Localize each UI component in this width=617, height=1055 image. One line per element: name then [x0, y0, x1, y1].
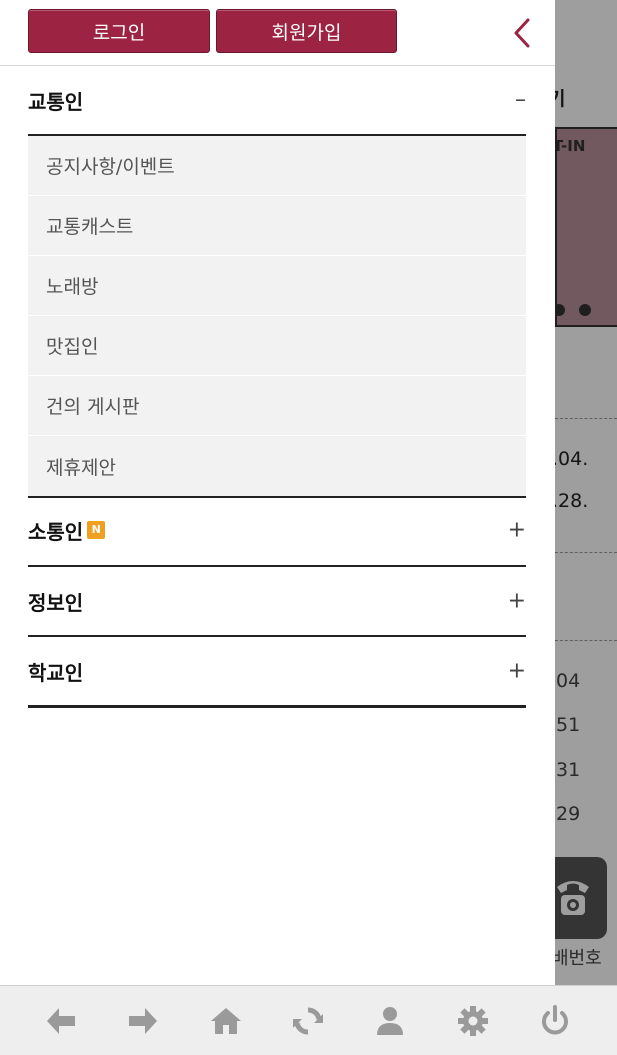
refresh-button[interactable]: [290, 1003, 326, 1039]
submenu-item-karaoke[interactable]: 노래방: [28, 256, 526, 316]
expand-icon[interactable]: +: [508, 589, 526, 614]
power-button[interactable]: [537, 1003, 573, 1039]
section-header-info[interactable]: 정보인 +: [28, 567, 526, 635]
drawer-header: 로그인 회원가입: [0, 0, 555, 66]
bg-number: 29: [556, 803, 581, 825]
forward-button[interactable]: [125, 1003, 161, 1039]
close-drawer-button[interactable]: [505, 14, 539, 52]
bottom-toolbar: [0, 985, 617, 1055]
submenu-item-restaurants[interactable]: 맛집인: [28, 316, 526, 376]
bg-banner-dot: [579, 304, 591, 316]
section-title: 학교인: [28, 660, 84, 685]
forward-arrow-icon: [129, 1008, 157, 1034]
back-button[interactable]: [43, 1003, 79, 1039]
user-button[interactable]: [372, 1003, 408, 1039]
refresh-icon: [293, 1007, 323, 1035]
power-icon: [542, 1005, 568, 1035]
bg-number: 04: [556, 670, 581, 692]
menu-section-traffic: 교통인 – 공지사항/이벤트 교통캐스트 노래방 맛집인 건의 게시판 제휴제안: [28, 66, 526, 498]
user-icon: [377, 1007, 403, 1035]
section-title: 소통인: [28, 519, 84, 544]
gear-icon: [458, 1006, 488, 1036]
bg-divider: [555, 640, 617, 641]
bg-banner: T-IN: [555, 127, 617, 327]
side-drawer: 로그인 회원가입 교통인 – 공지사항/이벤트 교통캐스트 노래방 맛집인 건의…: [0, 0, 555, 985]
new-badge: N: [87, 521, 106, 539]
bg-divider: [555, 418, 617, 419]
section-title: 정보인: [28, 590, 84, 615]
section-header-traffic[interactable]: 교통인 –: [28, 66, 526, 134]
chevron-left-icon: [514, 18, 530, 48]
section-divider: [28, 705, 526, 708]
back-arrow-icon: [47, 1008, 75, 1034]
home-button[interactable]: [208, 1003, 244, 1039]
bg-divider: [555, 552, 617, 553]
telephone-icon: [557, 881, 589, 915]
section-title: 교통인: [28, 89, 84, 114]
submenu-item-partnership[interactable]: 제휴제안: [28, 436, 526, 496]
section-header-communication[interactable]: 소통인 N +: [28, 496, 526, 564]
bg-phone-label: 배번호: [552, 948, 602, 969]
settings-button[interactable]: [455, 1003, 491, 1039]
menu-section-info: 정보인 +: [28, 567, 526, 635]
bg-number: 31: [556, 759, 581, 781]
menu-section-school: 학교인 +: [28, 637, 526, 705]
menu-section-communication: 소통인 N +: [28, 496, 526, 564]
login-button[interactable]: 로그인: [28, 9, 210, 53]
submenu-item-notice[interactable]: 공지사항/이벤트: [28, 136, 526, 196]
submenu-item-suggestions[interactable]: 건의 게시판: [28, 376, 526, 436]
signup-button[interactable]: 회원가입: [216, 9, 397, 53]
bg-banner-dot: [557, 304, 565, 316]
bg-banner-logo: T-IN: [555, 137, 586, 155]
bg-date: .04.: [552, 448, 589, 470]
expand-icon[interactable]: +: [508, 659, 526, 684]
home-icon: [211, 1008, 241, 1034]
section-header-school[interactable]: 학교인 +: [28, 637, 526, 705]
expand-icon[interactable]: +: [508, 518, 526, 543]
submenu-list: 공지사항/이벤트 교통캐스트 노래방 맛집인 건의 게시판 제휴제안: [28, 134, 526, 498]
bg-date: .28.: [552, 490, 589, 512]
bg-number: 51: [556, 714, 581, 736]
submenu-item-cast[interactable]: 교통캐스트: [28, 196, 526, 256]
collapse-icon[interactable]: –: [515, 88, 526, 113]
